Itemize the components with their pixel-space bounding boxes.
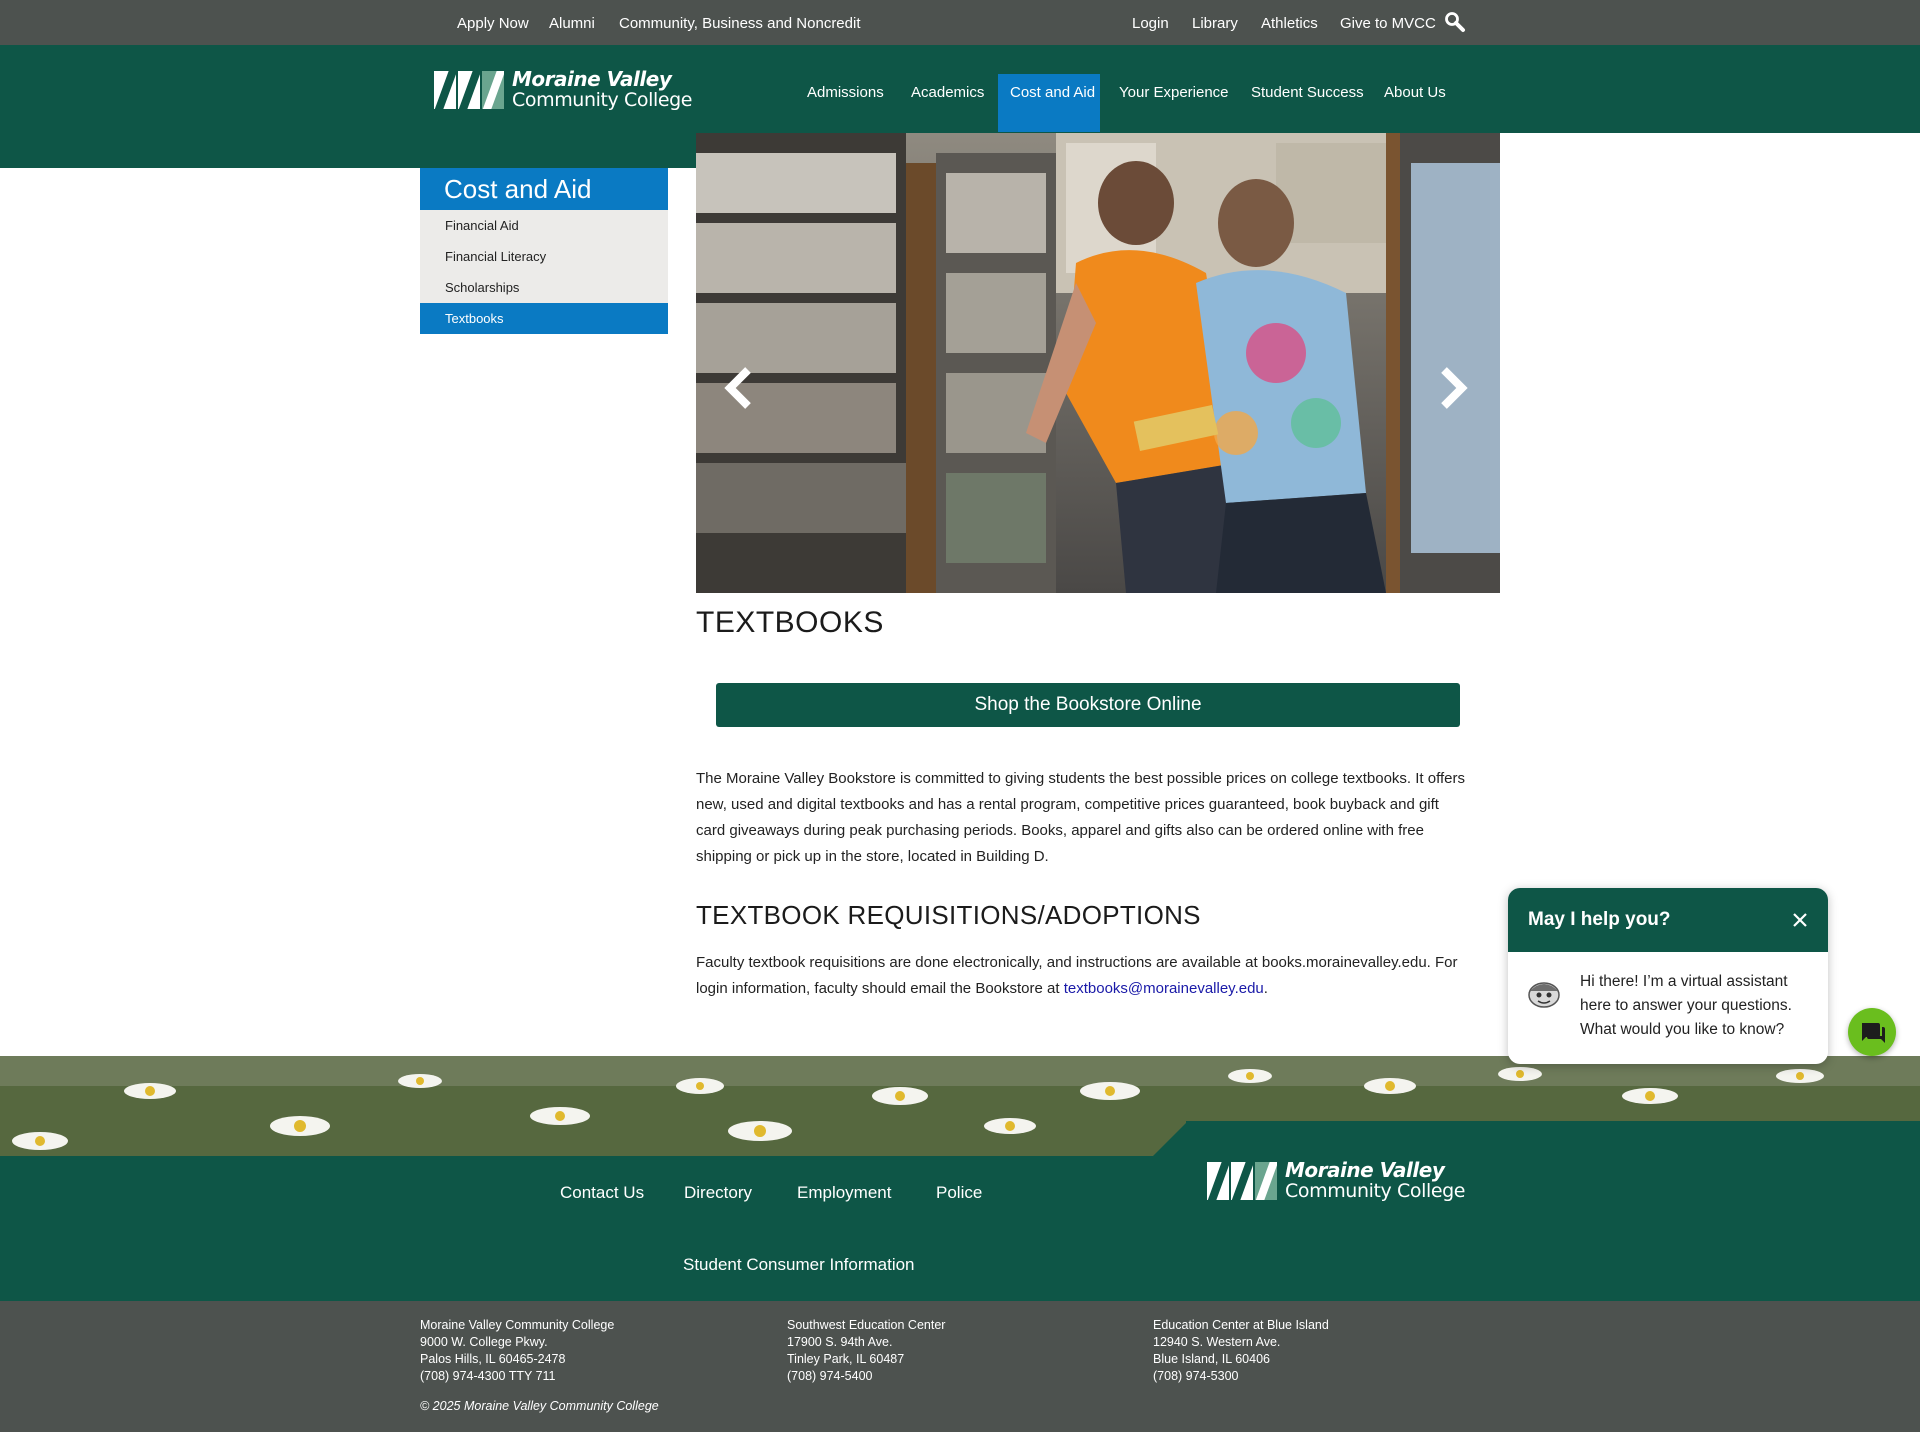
footer-logo-line-2: Community College <box>1285 1180 1466 1202</box>
footer-college-logo[interactable]: Moraine Valley Community College <box>1207 1160 1465 1202</box>
address-street: 17900 S. 94th Ave. <box>787 1335 893 1349</box>
address-southwest-center: Southwest Education Center 17900 S. 94th… <box>787 1317 945 1385</box>
utility-link-community[interactable]: Community, Business and Noncredit <box>619 0 861 45</box>
footer-logo-line-1: Moraine Valley <box>1285 1158 1445 1182</box>
footer-link-employment[interactable]: Employment <box>797 1183 891 1203</box>
sidebar-item-textbooks[interactable]: Textbooks <box>420 303 668 334</box>
shop-bookstore-button[interactable]: Shop the Bookstore Online <box>716 683 1460 727</box>
address-city: Blue Island, IL 60406 <box>1153 1352 1270 1366</box>
intro-paragraph: The Moraine Valley Bookstore is committe… <box>696 770 1466 865</box>
address-name: Southwest Education Center <box>787 1318 946 1332</box>
hero-carousel <box>696 133 1500 593</box>
logo-mark-icon <box>434 71 504 109</box>
close-icon[interactable] <box>1790 910 1810 930</box>
chat-launcher-button[interactable] <box>1848 1008 1896 1056</box>
section-sidebar: Cost and Aid Financial Aid Financial Lit… <box>420 168 668 334</box>
sidebar-list: Financial Aid Financial Literacy Scholar… <box>420 210 668 334</box>
chat-panel: May I help you? Hi there! I’m a virtual … <box>1508 888 1828 1064</box>
page-title: TEXTBOOKS <box>696 606 884 639</box>
main-header: Moraine Valley Community College Admissi… <box>0 45 1920 133</box>
utility-link-apply-now[interactable]: Apply Now <box>457 0 529 45</box>
chat-message: Hi there! I’m a virtual assistant here t… <box>1580 973 1792 1038</box>
logo-line-1: Moraine Valley <box>512 67 672 91</box>
utility-bar: Apply Now Alumni Community, Business and… <box>0 0 1920 45</box>
nav-admissions[interactable]: Admissions <box>807 45 884 133</box>
header-band <box>0 133 728 168</box>
chat-bubble-icon <box>1862 1023 1885 1043</box>
section-heading: TEXTBOOK REQUISITIONS/ADOPTIONS <box>696 900 1201 930</box>
address-street: 12940 S. Western Ave. <box>1153 1335 1281 1349</box>
address-city: Tinley Park, IL 60487 <box>787 1352 905 1366</box>
footer-logo-mark-icon <box>1207 1162 1277 1200</box>
footer-bottom <box>0 1301 1920 1432</box>
nav-about-us[interactable]: About Us <box>1384 45 1446 133</box>
nav-academics[interactable]: Academics <box>911 45 984 133</box>
address-phone: (708) 974-5300 <box>1153 1369 1239 1383</box>
footer-link-police[interactable]: Police <box>936 1183 982 1203</box>
address-street: 9000 W. College Pkwy. <box>420 1335 548 1349</box>
utility-link-login[interactable]: Login <box>1132 0 1169 45</box>
bookstore-email-link[interactable]: textbooks@morainevalley.edu <box>1064 980 1264 997</box>
footer-link-student-consumer-info[interactable]: Student Consumer Information <box>683 1255 915 1275</box>
address-name: Education Center at Blue Island <box>1153 1318 1329 1332</box>
arrow-left-icon[interactable] <box>720 366 756 410</box>
address-blue-island-center: Education Center at Blue Island 12940 S.… <box>1153 1317 1329 1385</box>
sidebar-item-financial-aid[interactable]: Financial Aid <box>420 210 668 241</box>
assistant-avatar-icon <box>1528 982 1560 1008</box>
address-phone: (708) 974-5400 <box>787 1369 873 1383</box>
utility-link-library[interactable]: Library <box>1192 0 1238 45</box>
search-icon[interactable] <box>1444 11 1466 33</box>
address-main-campus: Moraine Valley Community College 9000 W.… <box>420 1317 614 1385</box>
chat-header: May I help you? <box>1508 888 1828 952</box>
address-city: Palos Hills, IL 60465-2478 <box>420 1352 566 1366</box>
arrow-right-icon[interactable] <box>1436 366 1472 410</box>
nav-cost-and-aid[interactable]: Cost and Aid <box>1010 45 1095 133</box>
utility-link-alumni[interactable]: Alumni <box>549 0 595 45</box>
address-phone: (708) 974-4300 TTY 711 <box>420 1369 556 1383</box>
nav-your-experience[interactable]: Your Experience <box>1119 45 1229 133</box>
footer-main <box>0 1156 1920 1301</box>
footer-link-directory[interactable]: Directory <box>684 1183 752 1203</box>
sidebar-title[interactable]: Cost and Aid <box>420 168 668 210</box>
copyright: © 2025 Moraine Valley Community College <box>420 1399 659 1413</box>
footer-link-contact-us[interactable]: Contact Us <box>560 1183 644 1203</box>
college-logo[interactable]: Moraine Valley Community College <box>434 69 692 111</box>
sidebar-item-financial-literacy[interactable]: Financial Literacy <box>420 241 668 272</box>
requisitions-paragraph: Faculty textbook requisitions are done e… <box>696 950 1466 1002</box>
sidebar-item-scholarships[interactable]: Scholarships <box>420 272 668 303</box>
utility-link-give[interactable]: Give to MVCC <box>1340 0 1436 45</box>
logo-line-2: Community College <box>512 89 693 111</box>
chat-title: May I help you? <box>1528 909 1671 930</box>
bookstore-photo <box>696 133 1500 593</box>
address-name: Moraine Valley Community College <box>420 1318 615 1332</box>
requisitions-end: . <box>1263 980 1268 997</box>
footer-band-tab <box>1186 1121 1920 1157</box>
utility-link-athletics[interactable]: Athletics <box>1261 0 1318 45</box>
nav-student-success[interactable]: Student Success <box>1251 45 1364 133</box>
